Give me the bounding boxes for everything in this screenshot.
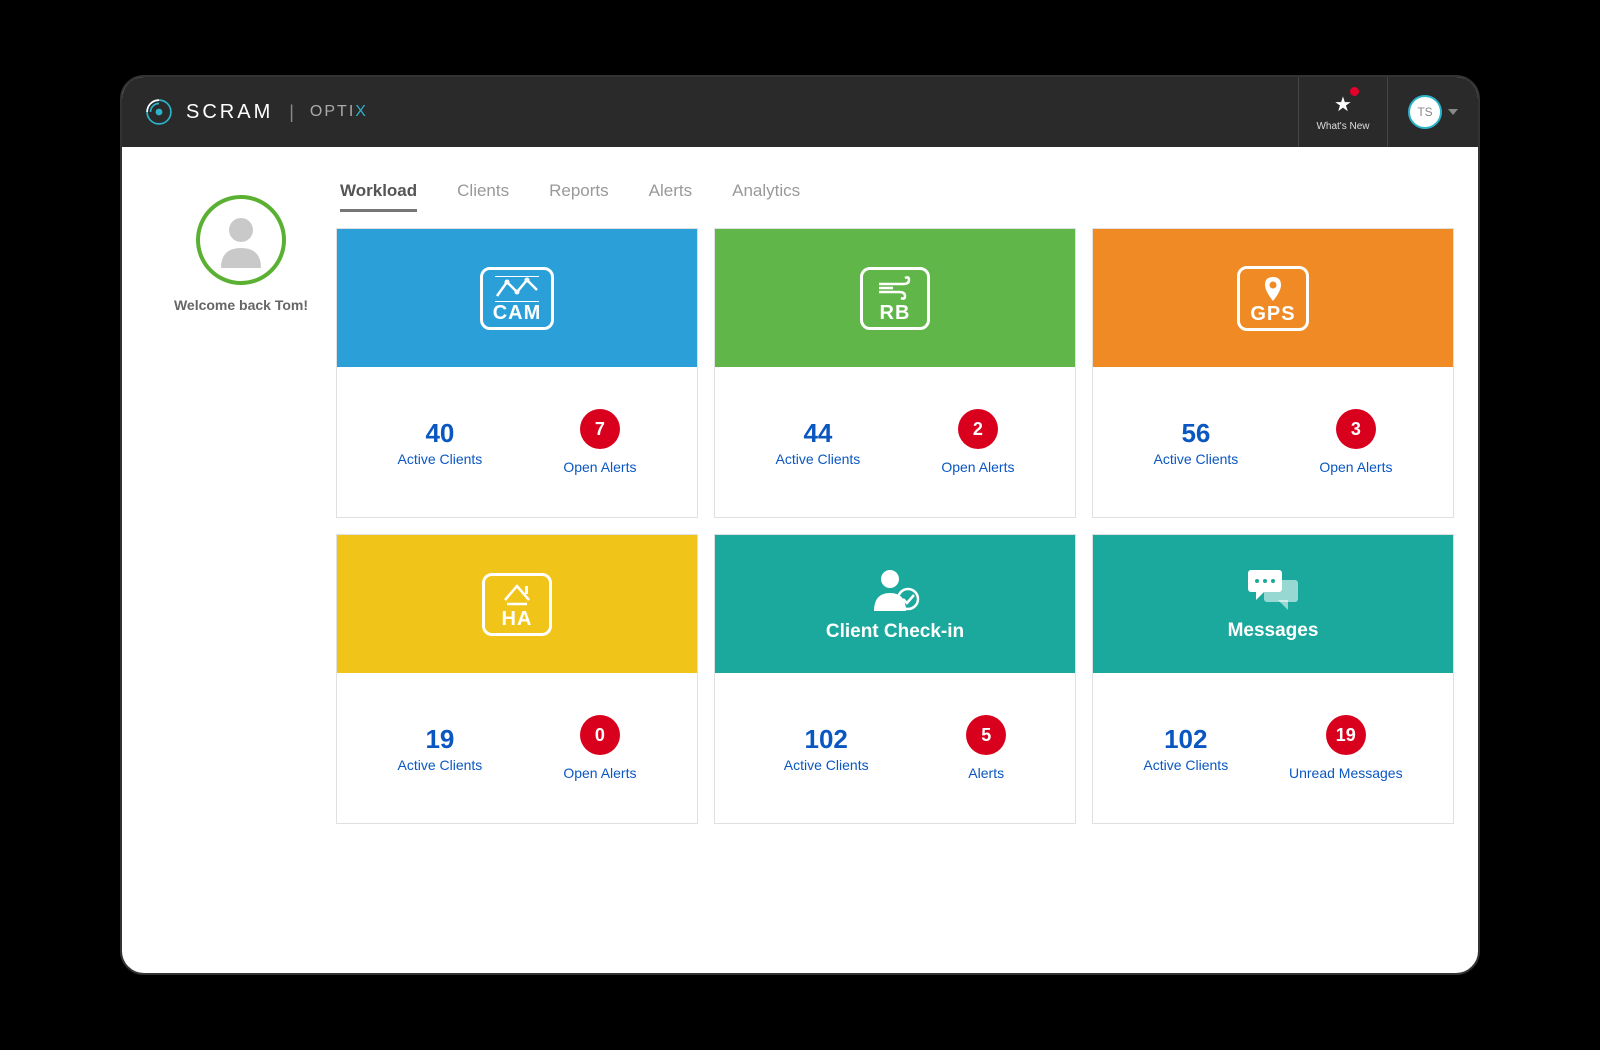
card-gps[interactable]: GPS 56 Active Clients 3 Open Alerts xyxy=(1092,228,1454,518)
gps-open-alerts: 3 Open Alerts xyxy=(1319,409,1392,475)
card-header-gps: GPS xyxy=(1093,229,1453,367)
brand-divider: | xyxy=(289,102,294,123)
alert-badge: 19 xyxy=(1326,715,1366,755)
messages-icon xyxy=(1242,566,1304,614)
brand-secondary-text: OPTIX xyxy=(310,103,368,121)
ha-active-clients: 19 Active Clients xyxy=(398,724,483,773)
welcome-message: Welcome back Tom! xyxy=(174,297,308,313)
tab-reports[interactable]: Reports xyxy=(549,181,609,212)
whats-new-label: What's New xyxy=(1316,121,1369,132)
person-icon xyxy=(211,210,271,270)
card-body-messages: 102 Active Clients 19 Unread Messages xyxy=(1093,673,1453,823)
user-menu-button[interactable]: TS xyxy=(1388,77,1478,147)
messages-title: Messages xyxy=(1228,620,1319,642)
card-messages[interactable]: Messages 102 Active Clients 19 Unread Me… xyxy=(1092,534,1454,824)
checkin-alerts: 5 Alerts xyxy=(966,715,1006,781)
tab-workload[interactable]: Workload xyxy=(340,181,417,212)
cam-open-alerts: 7 Open Alerts xyxy=(563,409,636,475)
card-body-rb: 44 Active Clients 2 Open Alerts xyxy=(715,367,1075,517)
tab-alerts[interactable]: Alerts xyxy=(649,181,692,212)
tab-clients[interactable]: Clients xyxy=(457,181,509,212)
rb-icon: RB xyxy=(860,267,930,330)
alert-badge: 5 xyxy=(966,715,1006,755)
gps-active-clients: 56 Active Clients xyxy=(1154,418,1239,467)
card-body-checkin: 102 Active Clients 5 Alerts xyxy=(715,673,1075,823)
cam-icon: CAM xyxy=(480,267,555,330)
card-header-rb: RB xyxy=(715,229,1075,367)
card-body-cam: 40 Active Clients 7 Open Alerts xyxy=(337,367,697,517)
brand-primary-text: SCRAM xyxy=(186,101,273,124)
main-panel: Workload Clients Reports Alerts Analytic… xyxy=(336,171,1454,824)
checkin-active-clients: 102 Active Clients xyxy=(784,724,869,773)
messages-active-clients: 102 Active Clients xyxy=(1143,724,1228,773)
alert-badge: 0 xyxy=(580,715,620,755)
card-body-ha: 19 Active Clients 0 Open Alerts xyxy=(337,673,697,823)
rb-open-alerts: 2 Open Alerts xyxy=(941,409,1014,475)
app-window: SCRAM | OPTIX ★ What's New TS xyxy=(120,75,1480,975)
gps-icon: GPS xyxy=(1237,266,1308,331)
chevron-down-icon xyxy=(1448,109,1458,115)
brand-logo: SCRAM | OPTIX xyxy=(142,95,368,129)
checkin-title: Client Check-in xyxy=(826,621,964,643)
header-right: ★ What's New TS xyxy=(1298,77,1478,147)
card-header-checkin: Client Check-in xyxy=(715,535,1075,673)
ha-icon: HA xyxy=(482,573,552,636)
star-icon: ★ xyxy=(1334,92,1352,117)
alert-badge: 3 xyxy=(1336,409,1376,449)
card-header-cam: CAM xyxy=(337,229,697,367)
sidebar: Welcome back Tom! xyxy=(146,171,336,824)
cam-active-clients: 40 Active Clients xyxy=(398,418,483,467)
alert-badge: 7 xyxy=(580,409,620,449)
scram-swirl-icon xyxy=(142,95,176,129)
alert-badge: 2 xyxy=(958,409,998,449)
card-ha[interactable]: HA 19 Active Clients 0 Open Alerts xyxy=(336,534,698,824)
ha-open-alerts: 0 Open Alerts xyxy=(563,715,636,781)
messages-unread: 19 Unread Messages xyxy=(1289,715,1403,781)
card-grid: CAM 40 Active Clients 7 Open Alerts xyxy=(336,228,1454,824)
card-client-checkin[interactable]: Client Check-in 102 Active Clients 5 Ale… xyxy=(714,534,1076,824)
user-avatar-badge: TS xyxy=(1408,95,1442,129)
rb-active-clients: 44 Active Clients xyxy=(776,418,861,467)
card-header-messages: Messages xyxy=(1093,535,1453,673)
card-body-gps: 56 Active Clients 3 Open Alerts xyxy=(1093,367,1453,517)
tab-analytics[interactable]: Analytics xyxy=(732,181,800,212)
notification-dot-icon xyxy=(1350,87,1359,96)
card-rb[interactable]: RB 44 Active Clients 2 Open Alerts xyxy=(714,228,1076,518)
user-avatar-large xyxy=(196,195,286,285)
content-area: Welcome back Tom! Workload Clients Repor… xyxy=(122,147,1478,824)
card-header-ha: HA xyxy=(337,535,697,673)
checkin-icon xyxy=(866,565,924,615)
header-bar: SCRAM | OPTIX ★ What's New TS xyxy=(122,77,1478,147)
card-cam[interactable]: CAM 40 Active Clients 7 Open Alerts xyxy=(336,228,698,518)
tab-bar: Workload Clients Reports Alerts Analytic… xyxy=(336,171,1454,228)
whats-new-button[interactable]: ★ What's New xyxy=(1298,77,1388,147)
